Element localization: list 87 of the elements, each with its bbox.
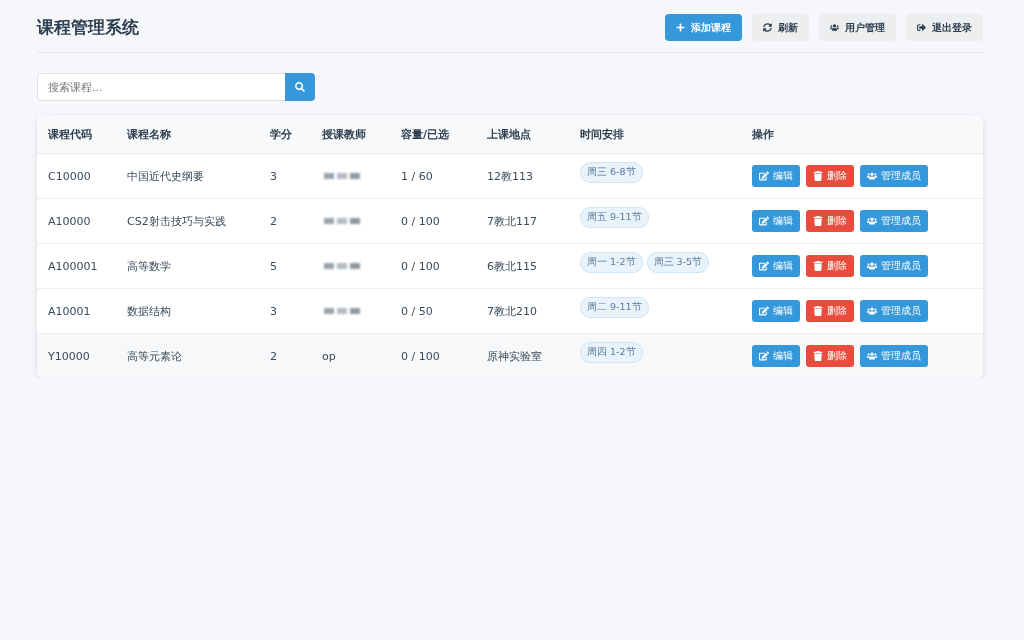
table-row[interactable]: Y10000 高等元素论 2 op 0 / 100 原神实验室 周四 1-2节 编辑 删除 管理成员 — [37, 334, 983, 378]
table-cell-text: CS2射击技巧与实践 — [127, 213, 227, 229]
table-cell-text: op — [322, 349, 337, 363]
edit-icon — [759, 261, 769, 271]
schedule-tag: 周二 9-11节 — [580, 296, 649, 318]
column-header: 学分 — [270, 126, 293, 142]
action-button[interactable]: 管理成员 — [860, 255, 928, 277]
schedule-tag: 周四 1-2节 — [580, 341, 643, 363]
schedule-tag: 周三 3-5节 — [646, 251, 710, 273]
search-icon — [295, 82, 305, 92]
action-button[interactable]: 管理成员 — [860, 300, 928, 322]
header-button[interactable]: 刷新 — [752, 14, 809, 41]
table-cell-text: 0 / 100 — [401, 349, 441, 363]
table-cell-text: 中国近代史纲要 — [127, 168, 205, 184]
schedule-tag: 周三 6-8节 — [580, 161, 643, 183]
search-button[interactable] — [285, 73, 315, 101]
table-cell-text: A10001 — [48, 304, 92, 318]
table-cell-text: 高等元素论 — [127, 348, 183, 364]
users-icon — [867, 171, 877, 181]
table-row[interactable]: C10000 中国近代史纲要 3 1 / 60 12教113 周三 6-8节 编辑 删除 管理成员 — [37, 154, 983, 199]
users-icon — [867, 261, 877, 271]
table-cell-text: 6教北115 — [487, 258, 538, 274]
action-button[interactable]: 删除 — [806, 345, 854, 367]
action-button[interactable]: 编辑 — [752, 165, 800, 187]
table-cell-text: 3 — [270, 169, 278, 183]
table-row[interactable]: A10001 数据结构 3 0 / 50 7教北210 周二 9-11节 编辑 删除 管理成员 — [37, 289, 983, 334]
action-button[interactable]: 删除 — [806, 300, 854, 322]
column-header: 上课地点 — [487, 126, 532, 142]
column-header: 操作 — [752, 126, 775, 142]
users-icon — [867, 306, 877, 316]
table-cell-text: 0 / 100 — [401, 259, 441, 273]
action-button[interactable]: 编辑 — [752, 255, 800, 277]
trash-icon — [813, 261, 823, 271]
table-row[interactable]: A100001 高等数学 5 0 / 100 6教北115 周一 1-2节 周三 3-5节 编辑 删除 管理成员 — [37, 244, 983, 289]
table-cell-text: A10000 — [48, 214, 92, 228]
table-cell-text: 7教北210 — [487, 303, 538, 319]
table-cell-text: Y10000 — [48, 349, 91, 363]
column-header: 课程代码 — [48, 126, 93, 142]
page-title: 课程管理系统 — [37, 16, 139, 39]
refresh-icon — [763, 23, 772, 32]
users-icon — [867, 351, 877, 361]
header-button[interactable]: 退出登录 — [906, 14, 983, 41]
edit-icon — [759, 216, 769, 226]
trash-icon — [813, 351, 823, 361]
header-button[interactable]: 添加课程 — [665, 14, 742, 41]
table-cell-text: 0 / 50 — [401, 304, 434, 318]
action-button[interactable]: 编辑 — [752, 210, 800, 232]
table-cell-text: 0 / 100 — [401, 214, 441, 228]
table-cell-text: 数据结构 — [127, 303, 172, 319]
table-cell-text: 3 — [270, 304, 278, 318]
action-button[interactable]: 管理成员 — [860, 345, 928, 367]
action-button[interactable]: 管理成员 — [860, 165, 928, 187]
action-button[interactable]: 删除 — [806, 210, 854, 232]
users-icon — [867, 216, 877, 226]
users-icon — [830, 23, 839, 32]
search-field[interactable]: 搜索课程... — [37, 73, 285, 101]
action-button[interactable]: 编辑 — [752, 345, 800, 367]
table-cell-text: 12教113 — [487, 168, 534, 184]
edit-icon — [759, 306, 769, 316]
table-cell-text: 5 — [270, 259, 278, 273]
edit-icon — [759, 351, 769, 361]
action-button[interactable]: 删除 — [806, 255, 854, 277]
column-header: 课程名称 — [127, 126, 172, 142]
header-button[interactable]: 用户管理 — [819, 14, 896, 41]
column-header: 容量/已选 — [401, 126, 451, 142]
trash-icon — [813, 216, 823, 226]
column-header: 授课教师 — [322, 126, 367, 142]
table-cell-text: 高等数学 — [127, 258, 172, 274]
edit-icon — [759, 171, 769, 181]
table-cell-text: A100001 — [48, 259, 99, 273]
trash-icon — [813, 306, 823, 316]
table-cell-text: 2 — [270, 214, 278, 228]
schedule-tag: 周一 1-2节 — [580, 251, 643, 273]
plus-icon — [676, 23, 685, 32]
table-cell-text: 2 — [270, 349, 278, 363]
table-cell-text: 1 / 60 — [401, 169, 434, 183]
action-button[interactable]: 编辑 — [752, 300, 800, 322]
schedule-tag: 周五 9-11节 — [580, 206, 649, 228]
column-header: 时间安排 — [580, 126, 625, 142]
table-cell-text: 7教北117 — [487, 213, 538, 229]
trash-icon — [813, 171, 823, 181]
table-cell-text: C10000 — [48, 169, 92, 183]
logout-icon — [917, 23, 926, 32]
action-button[interactable]: 管理成员 — [860, 210, 928, 232]
table-cell-text: 原神实验室 — [487, 348, 543, 364]
table-row[interactable]: A10000 CS2射击技巧与实践 2 0 / 100 7教北117 周五 9-11节 编辑 删除 管理成员 — [37, 199, 983, 244]
action-button[interactable]: 删除 — [806, 165, 854, 187]
